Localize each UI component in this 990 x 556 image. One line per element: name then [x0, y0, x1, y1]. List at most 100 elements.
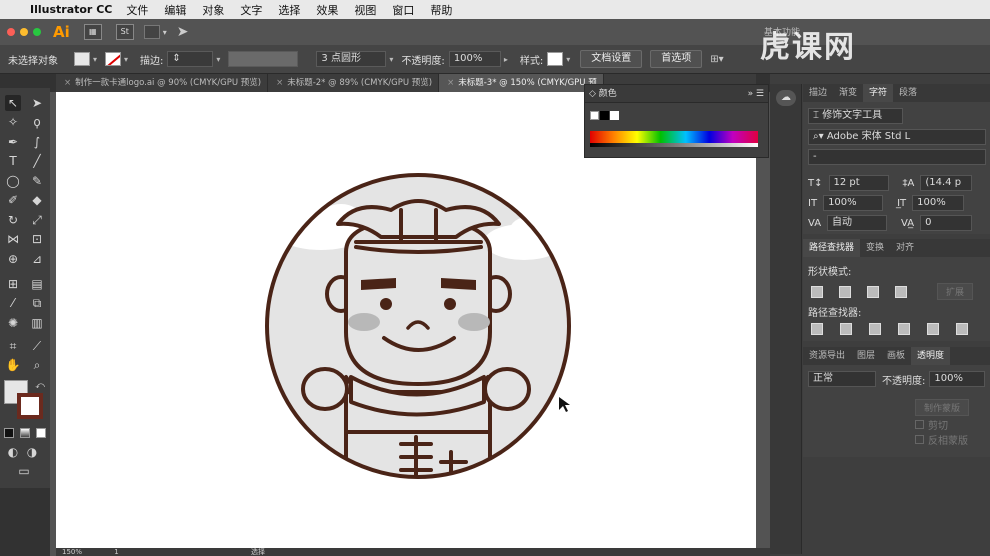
- leading-input[interactable]: (14.4 p: [920, 175, 973, 191]
- exclude-icon[interactable]: [895, 285, 907, 298]
- curvature-tool-icon[interactable]: ∫: [29, 134, 45, 150]
- gradient-mode-icon[interactable]: [20, 428, 30, 438]
- menu-object[interactable]: 对象: [202, 2, 224, 18]
- artboard-tool-icon[interactable]: ⌗: [5, 338, 21, 354]
- artboard[interactable]: [56, 92, 756, 548]
- minimize-window-button[interactable]: [20, 28, 28, 36]
- black-swatch[interactable]: [600, 111, 609, 120]
- menu-file[interactable]: 文件: [126, 2, 148, 18]
- ellipse-tool-icon[interactable]: ◯: [5, 173, 21, 189]
- minus-back-icon[interactable]: [956, 323, 968, 335]
- intersect-icon[interactable]: [867, 285, 879, 298]
- stock-button[interactable]: St: [115, 24, 134, 40]
- tab-character[interactable]: 字符: [863, 84, 894, 102]
- font-size-input[interactable]: 12 pt: [828, 175, 889, 191]
- make-mask-button[interactable]: 制作蒙版: [915, 399, 970, 416]
- none-swatch[interactable]: [590, 111, 599, 120]
- minus-front-icon[interactable]: [839, 285, 851, 298]
- cartoon-logo-artwork[interactable]: [56, 92, 756, 548]
- tab-document-3[interactable]: × 未标题-3* @ 150% (CMYK/GPU 预: [439, 74, 604, 92]
- tab-document-2[interactable]: × 未标题-2* @ 89% (CMYK/GPU 预览): [268, 74, 440, 92]
- tab-transparency[interactable]: 透明度: [911, 347, 951, 365]
- horizontal-scale-input[interactable]: 100%: [912, 195, 965, 211]
- eyedropper-tool-icon[interactable]: ⁄: [5, 295, 21, 311]
- touch-type-button[interactable]: ⌶ 修饰文字工具: [808, 108, 903, 124]
- none-mode-icon[interactable]: [36, 428, 46, 438]
- screen-mode-icon[interactable]: ▭: [16, 463, 32, 479]
- tab-align[interactable]: 对齐: [890, 239, 920, 257]
- zoom-level[interactable]: 150%: [62, 548, 82, 556]
- libraries-icon[interactable]: ☁: [776, 90, 796, 106]
- app-name-menu[interactable]: Illustrator CC: [30, 3, 112, 16]
- gradient-tool-icon[interactable]: ▤: [29, 276, 45, 292]
- scale-tool-icon[interactable]: ⤢: [29, 212, 45, 228]
- menu-select[interactable]: 选择: [278, 2, 300, 18]
- variable-width-profile[interactable]: [228, 51, 299, 67]
- trim-icon[interactable]: [840, 323, 852, 335]
- tab-layers[interactable]: 图层: [851, 347, 881, 365]
- divide-icon[interactable]: [811, 323, 823, 335]
- hand-tool-icon[interactable]: ✋: [5, 357, 21, 373]
- close-window-button[interactable]: [7, 28, 15, 36]
- tab-artboards[interactable]: 画板: [881, 347, 911, 365]
- color-mode-icon[interactable]: [4, 428, 14, 438]
- crop-icon[interactable]: [898, 323, 910, 335]
- menu-type[interactable]: 文字: [240, 2, 262, 18]
- menu-window[interactable]: 窗口: [392, 2, 414, 18]
- perspective-grid-tool-icon[interactable]: ⊿: [29, 251, 45, 267]
- bridge-button[interactable]: ▦: [83, 24, 102, 40]
- merge-icon[interactable]: [869, 323, 881, 335]
- brush-definition[interactable]: 3 点圆形: [316, 51, 387, 67]
- tab-document-1[interactable]: × 制作一款卡通logo.ai @ 90% (CMYK/GPU 预览): [56, 74, 269, 92]
- line-segment-tool-icon[interactable]: ╱: [29, 153, 45, 169]
- invert-mask-checkbox[interactable]: [915, 435, 924, 444]
- kerning-select[interactable]: 自动: [827, 215, 888, 231]
- fill-swatch[interactable]: [74, 52, 90, 66]
- tab-asset-export[interactable]: 资源导出: [803, 347, 851, 365]
- arrange-documents-icon[interactable]: [143, 25, 160, 39]
- free-transform-tool-icon[interactable]: ⊡: [29, 231, 45, 247]
- magic-wand-tool-icon[interactable]: ✧: [5, 114, 21, 130]
- document-setup-button[interactable]: 文档设置: [580, 50, 643, 68]
- rotate-tool-icon[interactable]: ↻: [5, 212, 21, 228]
- direct-selection-tool-icon[interactable]: ➤: [29, 95, 45, 111]
- panel-menu-icon[interactable]: » ☰: [748, 85, 764, 103]
- align-icon[interactable]: ⊞▾: [710, 54, 723, 65]
- close-icon[interactable]: ×: [64, 78, 71, 88]
- preferences-button[interactable]: 首选项: [650, 50, 703, 68]
- close-icon[interactable]: ×: [447, 78, 454, 88]
- eraser-tool-icon[interactable]: ◆: [29, 192, 45, 208]
- menu-edit[interactable]: 编辑: [164, 2, 186, 18]
- expand-button[interactable]: 扩展: [937, 283, 974, 300]
- drawing-mode-icon[interactable]: ◐: [5, 444, 21, 460]
- opacity-input[interactable]: 100%: [929, 371, 986, 387]
- tab-pathfinder[interactable]: 路径查找器: [803, 239, 861, 257]
- chevron-down-icon[interactable]: ▾: [93, 55, 97, 64]
- column-graph-tool-icon[interactable]: ▥: [29, 315, 45, 331]
- shaper-tool-icon[interactable]: ✐: [5, 192, 21, 208]
- close-icon[interactable]: ×: [276, 78, 283, 88]
- white-swatch[interactable]: [610, 111, 619, 120]
- menu-help[interactable]: 帮助: [430, 2, 452, 18]
- graphic-style-swatch[interactable]: [547, 52, 564, 66]
- chevron-down-icon[interactable]: ▾: [124, 55, 128, 64]
- vertical-scale-input[interactable]: 100%: [823, 195, 884, 211]
- lasso-tool-icon[interactable]: ϙ: [29, 114, 45, 130]
- stroke-color-box[interactable]: [17, 393, 43, 419]
- tracking-input[interactable]: 0: [920, 215, 973, 231]
- tab-gradient[interactable]: 渐变: [833, 84, 863, 102]
- stroke-swatch[interactable]: [105, 52, 122, 66]
- pen-tool-icon[interactable]: ✒: [5, 134, 21, 150]
- slice-tool-icon[interactable]: ⟋: [29, 338, 45, 354]
- swap-colors-icon[interactable]: ⤺: [32, 378, 48, 394]
- stroke-weight-input[interactable]: ⇕: [167, 51, 214, 67]
- drawing-mode-behind-icon[interactable]: ◑: [24, 444, 40, 460]
- panel-collapse-icon[interactable]: ◇: [589, 89, 599, 99]
- font-family-select[interactable]: ⌕▾ Adobe 宋体 Std L: [808, 129, 986, 145]
- blend-mode-select[interactable]: 正常: [808, 371, 876, 387]
- color-spectrum[interactable]: [590, 131, 758, 147]
- unite-icon[interactable]: [811, 285, 823, 298]
- zoom-window-button[interactable]: [33, 28, 41, 36]
- shape-builder-tool-icon[interactable]: ⊕: [5, 251, 21, 267]
- artboard-navigator[interactable]: 1: [114, 548, 118, 556]
